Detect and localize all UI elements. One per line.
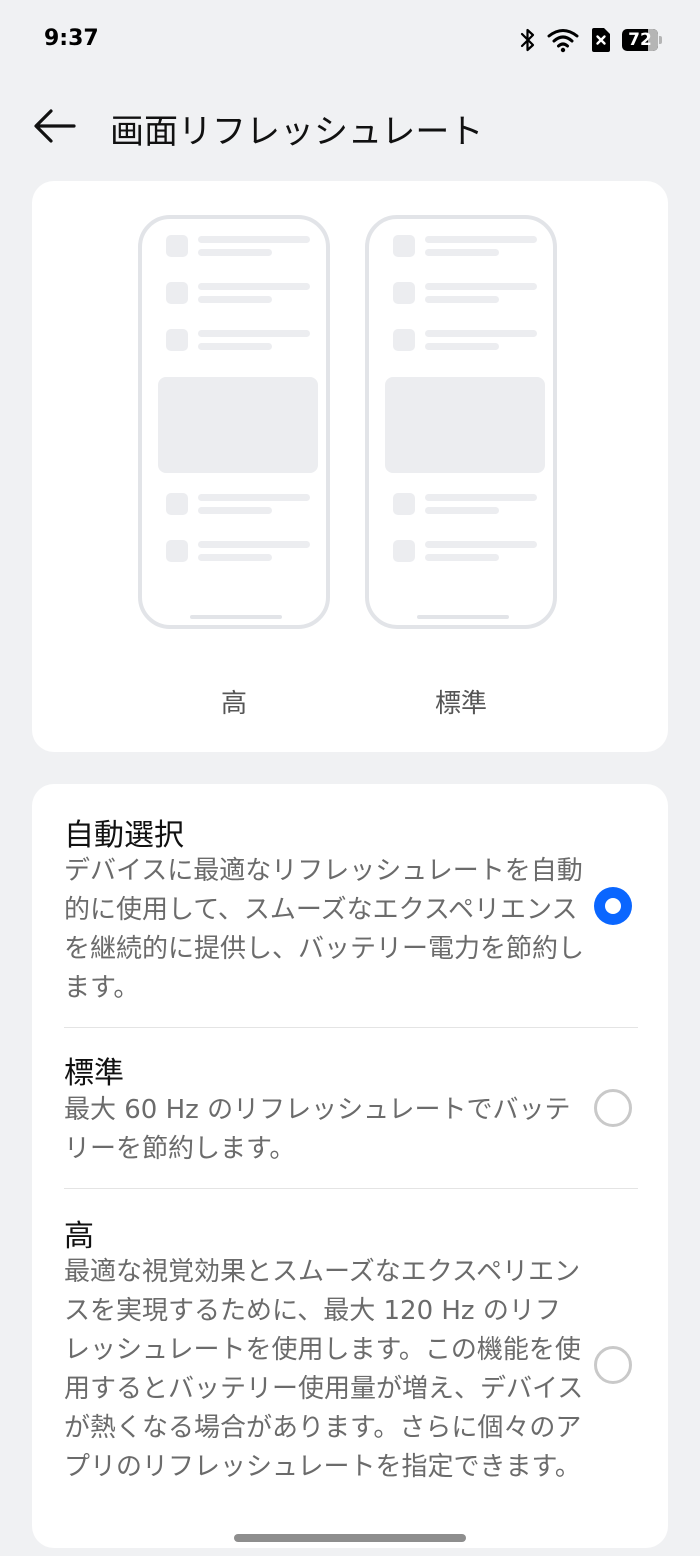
status-bar: 9:37 72: [0, 0, 700, 80]
preview-label-high: 高: [220, 689, 247, 719]
preview-home-bar: [417, 615, 509, 619]
option-high-title: 高: [64, 1219, 94, 1254]
bluetooth-icon: [520, 27, 536, 53]
phone-preview-standard: [365, 215, 557, 629]
option-auto-radio[interactable]: [594, 887, 632, 925]
option-auto[interactable]: 自動選択 デバイスに最適なリフレッシュレートを自動的に使用して、スムーズなエクス…: [32, 784, 668, 1027]
status-time: 9:37: [44, 26, 99, 51]
option-standard-radio[interactable]: [594, 1089, 632, 1127]
option-standard[interactable]: 標準 最大 60 Hz のリフレッシュレートでバッテリーを節約します。: [32, 1028, 668, 1188]
battery-icon: 72: [622, 29, 662, 51]
home-indicator[interactable]: [234, 1534, 466, 1542]
arrow-left-icon: [33, 108, 77, 148]
page-title: 画面リフレッシュレート: [110, 112, 484, 152]
status-icons: 72: [520, 24, 662, 56]
sim-x-icon: [590, 27, 612, 53]
wifi-icon: [546, 27, 580, 53]
option-standard-description: 最大 60 Hz のリフレッシュレートでバッテリーを節約します。: [64, 1095, 571, 1164]
preview-label-standard: 標準: [434, 689, 487, 719]
refresh-rate-options: 自動選択 デバイスに最適なリフレッシュレートを自動的に使用して、スムーズなエクス…: [32, 784, 668, 1548]
preview-home-bar: [190, 615, 282, 619]
option-high[interactable]: 高 最適な視覚効果とスムーズなエクスペリエンスを実現するために、最大 120 H…: [32, 1189, 668, 1548]
header: 画面リフレッシュレート: [0, 90, 700, 166]
refresh-rate-preview: 高 標準: [32, 181, 668, 752]
option-high-description: 最適な視覚効果とスムーズなエクスペリエンスを実現するために、最大 120 Hz …: [64, 1257, 584, 1482]
battery-level: 72: [628, 30, 652, 50]
option-standard-title: 標準: [64, 1056, 124, 1091]
option-auto-title: 自動選択: [64, 818, 184, 853]
preview-image-block: [385, 377, 545, 473]
option-auto-description: デバイスに最適なリフレッシュレートを自動的に使用して、スムーズなエクスペリエンス…: [64, 856, 585, 1003]
preview-image-block: [158, 377, 318, 473]
back-button[interactable]: [30, 106, 80, 150]
phone-preview-high: [138, 215, 330, 629]
option-high-radio[interactable]: [594, 1346, 632, 1384]
